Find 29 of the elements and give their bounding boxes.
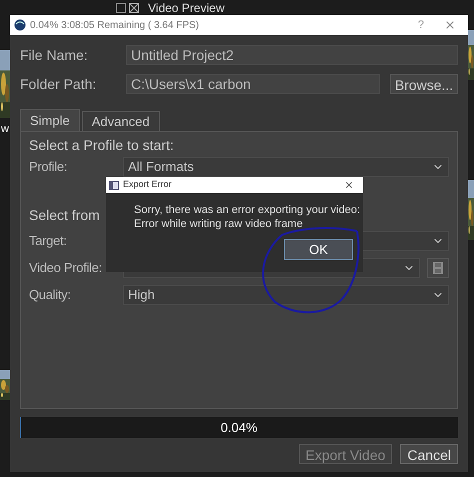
dropdown[interactable]: All Formats bbox=[123, 157, 449, 177]
error-message: Sorry, there was an error exporting your video: Error while writing raw video frame bbox=[134, 203, 362, 231]
field-label: Target: bbox=[29, 233, 67, 248]
field-label: Video Profile: bbox=[29, 260, 102, 275]
dropdown[interactable]: High bbox=[123, 285, 449, 305]
field-label: Quality: bbox=[29, 287, 71, 302]
window-title: 0.04% 3:08:05 Remaining ( 3.64 FPS) bbox=[30, 18, 200, 32]
preview-title: Video Preview bbox=[148, 0, 224, 16]
text-field[interactable]: Untitled Project2 bbox=[126, 45, 458, 65]
dialog-title: Export Error bbox=[123, 178, 173, 192]
tab[interactable]: Advanced bbox=[82, 111, 160, 131]
close-icon[interactable] bbox=[344, 180, 354, 190]
window-icon bbox=[109, 180, 119, 190]
save-icon bbox=[433, 262, 443, 274]
field-label: Folder Path: bbox=[20, 74, 98, 94]
field-label: File Name: bbox=[20, 46, 89, 64]
browse-button[interactable]: Browse... bbox=[390, 74, 458, 94]
field-label: Profile: bbox=[29, 159, 68, 174]
save-button[interactable] bbox=[427, 258, 449, 278]
window-buttons-icon bbox=[116, 2, 140, 12]
section-heading: Select from bbox=[29, 207, 100, 224]
ok-button[interactable]: OK bbox=[284, 239, 353, 260]
cancel-button[interactable]: Cancel bbox=[400, 444, 458, 464]
text-field[interactable]: C:\Users\x1 carbon bbox=[126, 74, 380, 94]
progress-text: 0.04% bbox=[220, 418, 258, 437]
app-logo-icon bbox=[14, 19, 26, 31]
clip-label: w bbox=[1, 122, 9, 137]
section-heading: Select a Profile to start: bbox=[29, 137, 174, 154]
tab[interactable]: Simple bbox=[20, 109, 80, 131]
